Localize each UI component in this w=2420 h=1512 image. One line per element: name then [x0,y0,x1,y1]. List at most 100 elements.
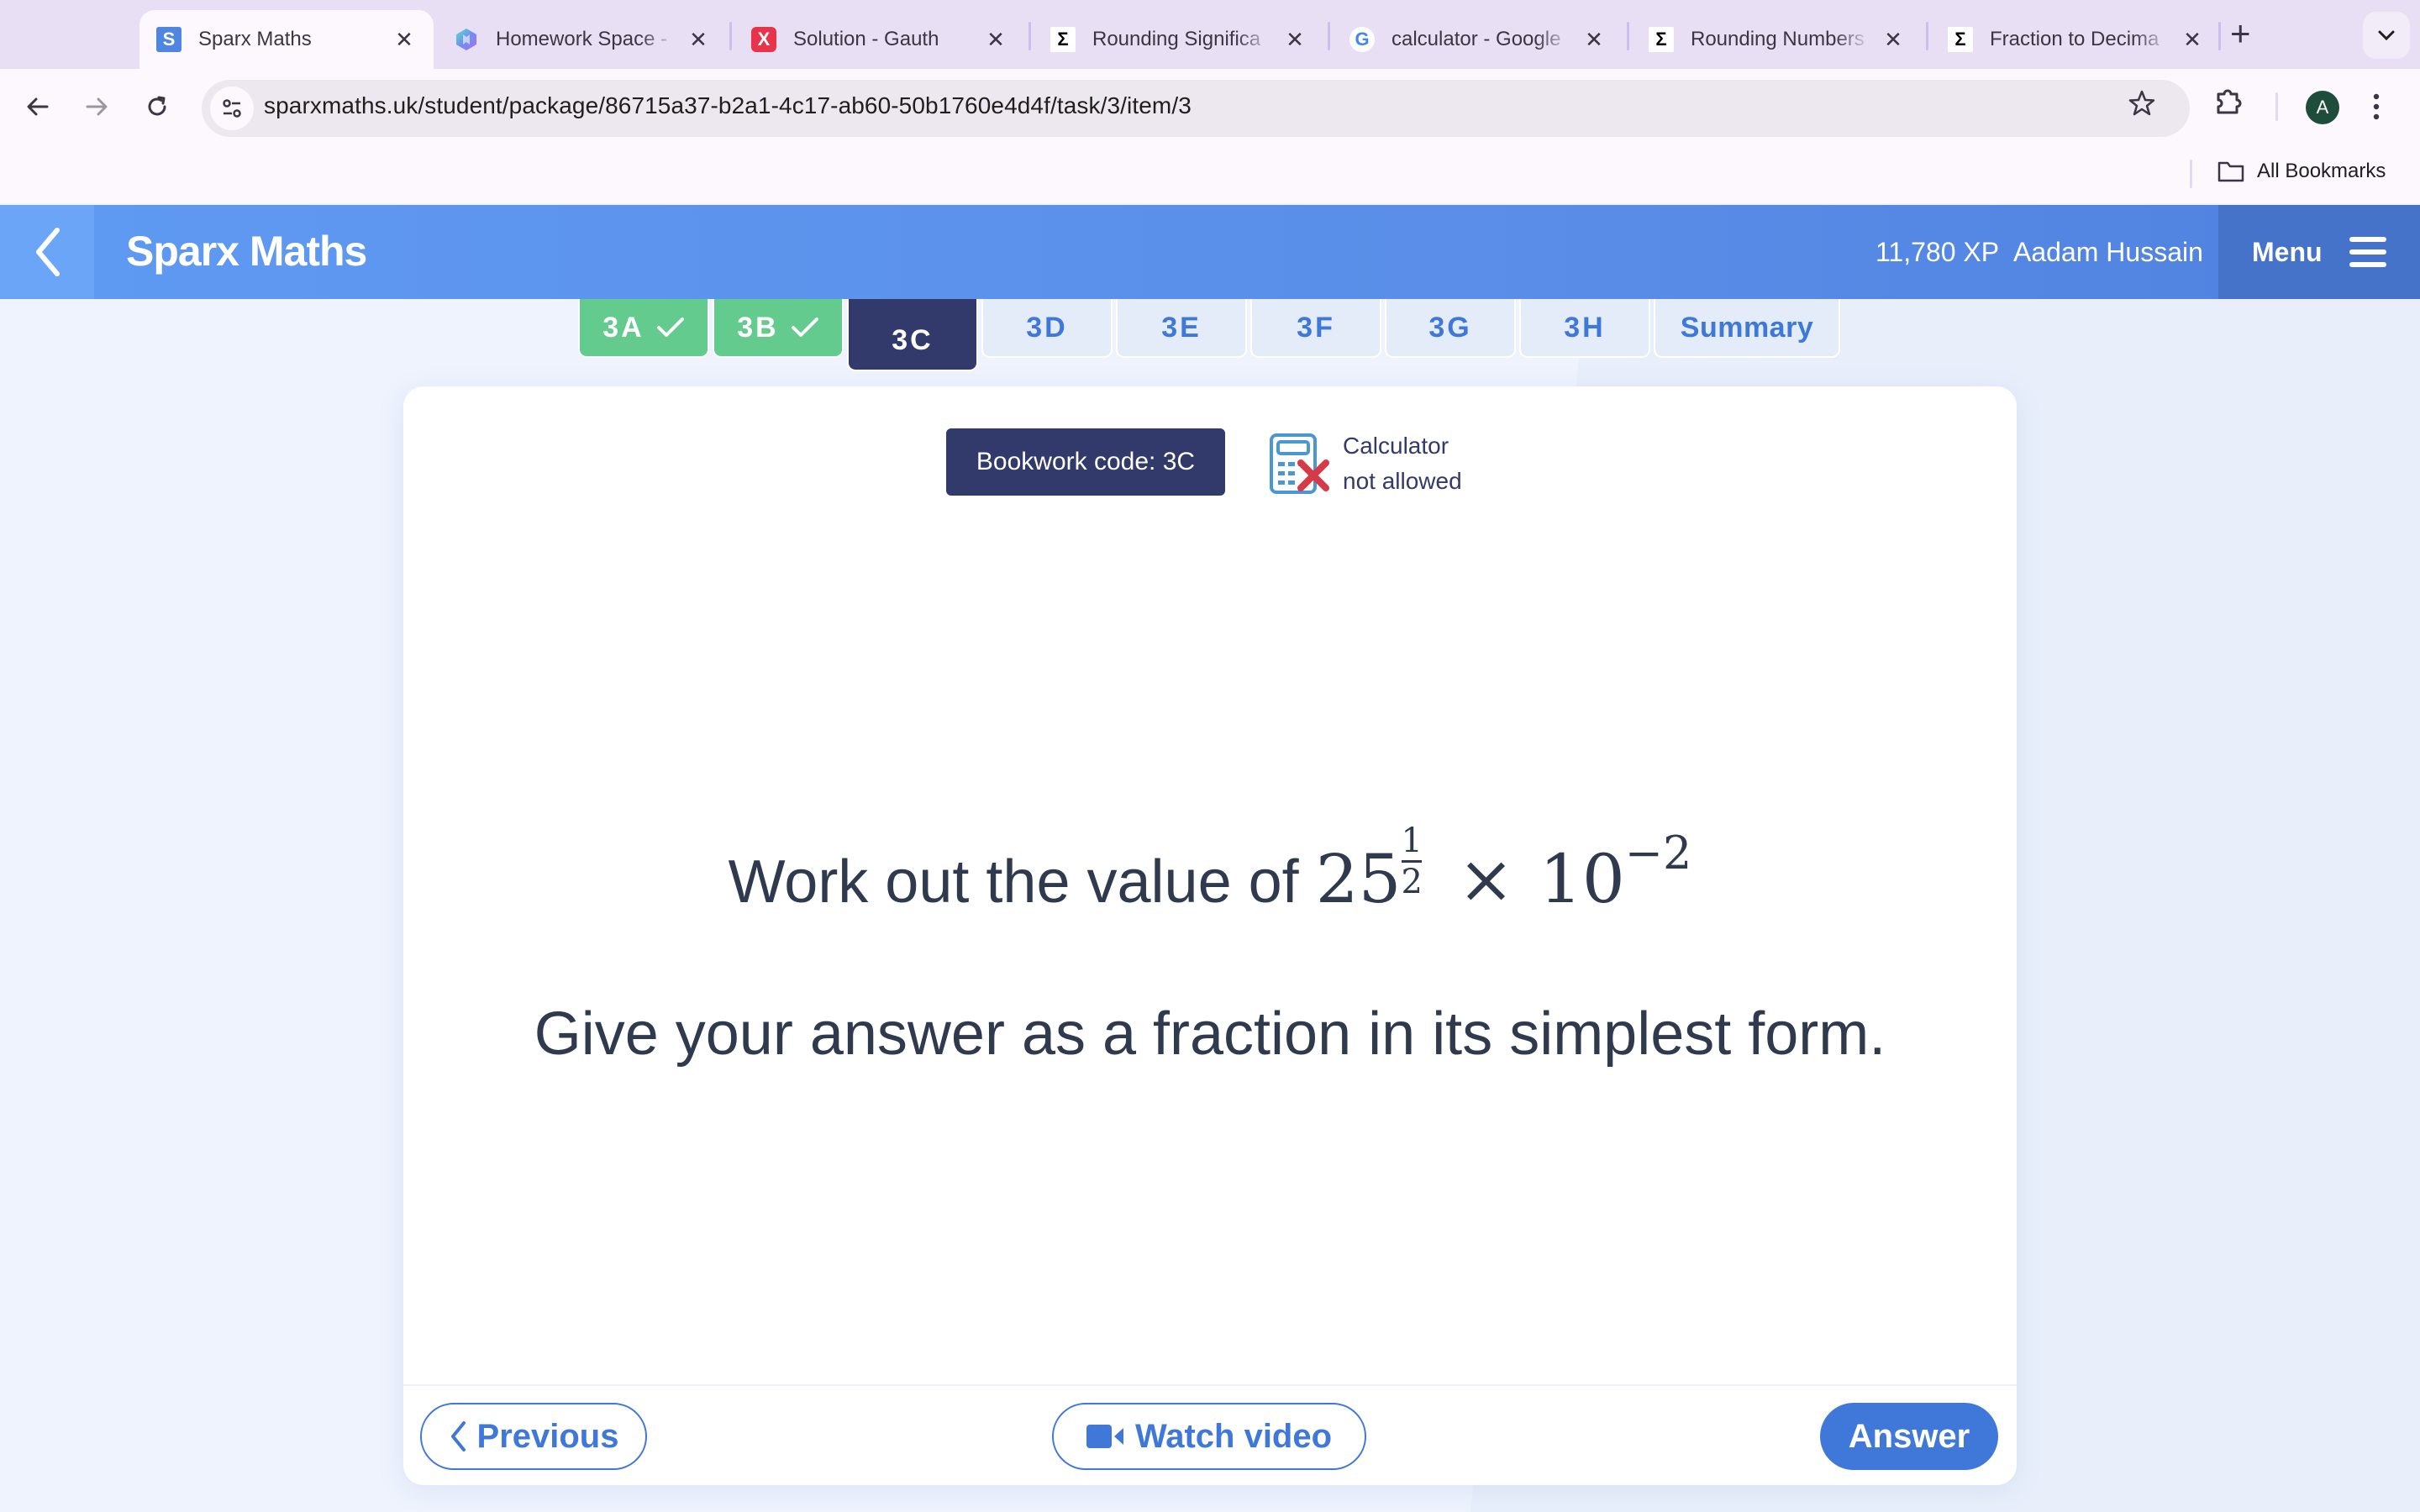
menu-button[interactable]: Menu [2218,205,2420,299]
task-tab-label: 3B [737,311,779,344]
math-base-2: 10 [1539,840,1625,918]
close-tab-icon[interactable]: ✕ [686,27,711,53]
tab-title: Rounding Significa [1092,28,1261,50]
hamburger-icon [2349,237,2386,267]
calculator-line-2: not allowed [1343,468,1462,494]
star-icon [2128,90,2155,116]
close-tab-icon[interactable]: ✕ [1881,27,1906,53]
close-tab-icon[interactable]: ✕ [983,27,1008,53]
tab-title: Fraction to Decima [1990,28,2160,50]
math-base-1: 25 [1315,840,1402,918]
gauth-favicon-icon: X [751,27,776,52]
task-tab-summary[interactable]: Summary [1654,299,1840,358]
task-tab-label: 3D [1026,311,1068,344]
browser-tab-gauth[interactable]: X Solution - Gauth ✕ [734,10,1025,69]
close-tab-icon[interactable]: ✕ [392,27,417,53]
previous-button[interactable]: Previous [420,1403,647,1470]
chevron-left-icon [36,228,60,276]
question-prompt: Work out the value of 25 1 2 × 10−2 [403,823,2017,918]
check-icon [791,318,818,337]
tab-separator [2218,22,2221,50]
sigma-favicon-icon: Σ [1050,27,1076,52]
tab-separator [1926,22,1928,50]
sigma-favicon-icon: Σ [1649,27,1674,52]
calculator-not-allowed-icon [1270,433,1329,494]
question-card: Bookwork code: 3C Calculator not allowed… [403,386,2017,1485]
sparx-favicon-icon: S [156,27,182,52]
browser-tab-strip: S Sparx Maths ✕ Homework Space - ✕ X Sol… [0,0,2420,69]
close-tab-icon[interactable]: ✕ [1581,27,1607,53]
task-tab-label: Summary [1680,311,1814,344]
browser-tab-homework-space[interactable]: Homework Space - ✕ [437,10,728,69]
task-tab-label: 3E [1161,311,1202,344]
task-tab-3c[interactable]: 3C [847,299,978,371]
math-operator: × [1457,840,1514,918]
tab-title: Sparx Maths [198,28,312,50]
tab-separator [1028,22,1031,50]
extensions-button[interactable] [2213,87,2244,122]
bookmark-star-button[interactable] [2128,89,2156,122]
browser-tab-rounding-significant[interactable]: Σ Rounding Significa ✕ [1034,10,1324,69]
question-instruction: Give your answer as a fraction in its si… [534,1000,1886,1068]
question-prompt-text: Work out the value of [728,848,1299,916]
video-camera-icon [1086,1425,1123,1448]
puzzle-icon [2217,89,2242,114]
folder-icon [2217,161,2244,182]
answer-button[interactable]: Answer [1820,1403,1998,1470]
previous-label: Previous [476,1417,619,1455]
task-tab-3h[interactable]: 3H [1519,299,1650,358]
sigma-favicon-icon: Σ [1948,27,1973,52]
watch-video-label: Watch video [1134,1417,1333,1455]
math-exponent-fraction: 12 [1401,823,1422,900]
math-exponent-2: −2 [1624,827,1692,879]
app-brand[interactable]: Sparx Maths [126,227,367,276]
task-tab-label: 3F [1297,311,1335,344]
url-text[interactable]: sparxmaths.uk/student/package/86715a37-b… [264,92,1192,119]
task-tab-3d[interactable]: 3D [981,299,1113,358]
all-bookmarks-button[interactable]: All Bookmarks [2217,160,2386,183]
tab-search-button[interactable] [2363,12,2410,59]
task-tab-label: 3C [892,323,934,356]
chevron-left-icon [450,1421,466,1452]
card-footer-divider [403,1384,2017,1386]
bookmarks-separator [2190,160,2192,188]
chevron-down-icon [2378,30,2395,41]
close-tab-icon[interactable]: ✕ [2180,27,2205,53]
browser-tab-rounding-numbers[interactable]: Σ Rounding Numbers ✕ [1632,10,1923,69]
tab-separator [1627,22,1629,50]
tab-separator [1328,22,1330,50]
app-header: Sparx Maths 11,780 XP Aadam Hussain Menu [0,205,2420,299]
task-tab-3b[interactable]: 3B [713,299,844,358]
tune-icon [223,99,241,118]
arrow-left-icon [27,97,49,116]
all-bookmarks-label: All Bookmarks [2257,160,2386,182]
watch-video-button[interactable]: Watch video [1052,1403,1366,1470]
browser-menu-button[interactable] [2371,92,2381,125]
profile-avatar[interactable]: A [2306,91,2339,124]
browser-tab-fraction-to-decimal[interactable]: Σ Fraction to Decima ✕ [1931,10,2222,69]
task-tab-label: 3G [1428,311,1472,344]
tab-title: Solution - Gauth [793,28,939,50]
close-tab-icon[interactable]: ✕ [1282,27,1307,53]
google-favicon-icon: G [1349,27,1375,52]
check-icon [656,318,684,337]
task-tab-3e[interactable]: 3E [1116,299,1247,358]
math-expression: 25 1 2 × 10−2 [1315,823,1692,918]
reload-button[interactable] [136,86,178,128]
task-tab-3f[interactable]: 3F [1250,299,1381,358]
task-tab-3a[interactable]: 3A [578,299,709,358]
new-tab-button[interactable]: + [2230,13,2251,54]
browser-tab-google-calculator[interactable]: G calculator - Google ✕ [1333,10,1623,69]
back-button[interactable] [17,86,59,128]
site-info-button[interactable] [210,87,254,130]
exponent-numerator: 1 [1401,822,1423,860]
browser-tab-sparx-maths[interactable]: S Sparx Maths ✕ [139,10,434,69]
homework-space-favicon-icon [454,27,479,52]
tab-title: Homework Space - [496,28,668,50]
forward-button[interactable] [76,86,118,128]
task-tab-label: 3H [1564,311,1606,344]
user-name: Aadam Hussain [2013,237,2203,267]
app-back-button[interactable] [0,205,94,299]
task-tab-3g[interactable]: 3G [1385,299,1516,358]
calculator-line-1: Calculator [1343,433,1449,459]
